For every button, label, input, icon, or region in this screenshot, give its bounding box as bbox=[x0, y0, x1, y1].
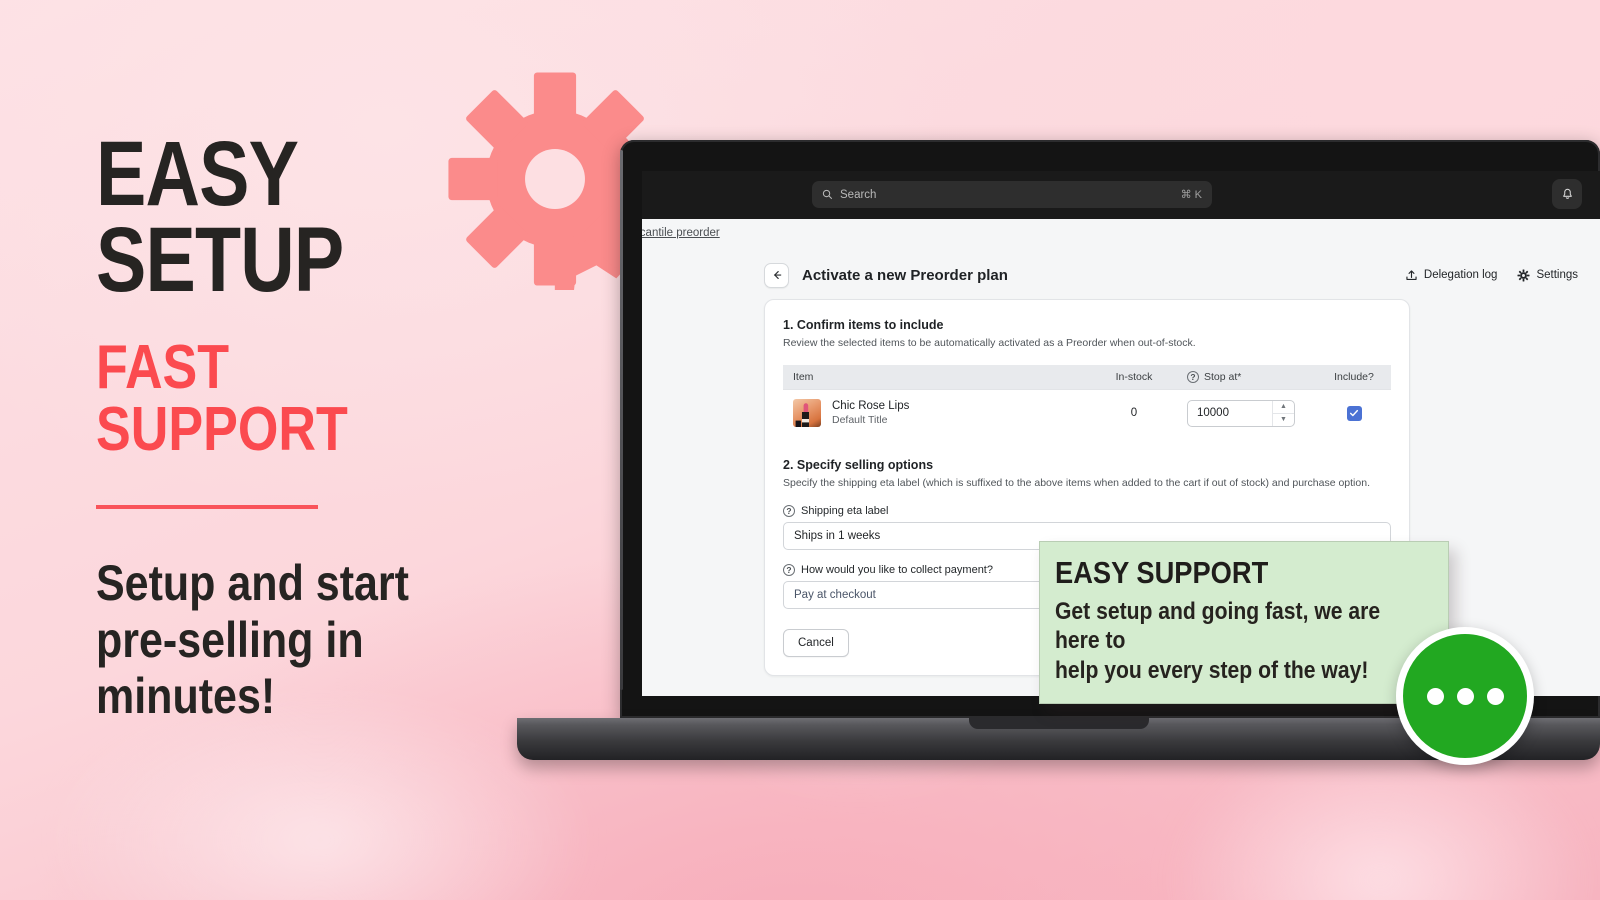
column-include: Include? bbox=[1317, 365, 1391, 391]
promo-subhead: FAST SUPPORT bbox=[96, 333, 348, 465]
question-circle-icon[interactable]: ? bbox=[783, 564, 795, 577]
bell-icon bbox=[1562, 188, 1572, 199]
promo-copy: EASY SETUP FAST SUPPORT Setup and start … bbox=[96, 123, 566, 725]
section-confirm-items: 1. Confirm items to include Review the s… bbox=[783, 318, 1391, 436]
lipstick-product-image bbox=[793, 399, 821, 428]
question-circle-icon[interactable]: ? bbox=[783, 505, 795, 518]
delegation-log-label: Delegation log bbox=[1423, 269, 1498, 281]
stepper-arrows[interactable]: ▲ ▼ bbox=[1272, 400, 1294, 426]
shipping-eta-value: Ships in 1 weeks bbox=[794, 530, 881, 543]
item-variant: Default Title bbox=[832, 414, 888, 427]
settings-button[interactable]: Settings bbox=[1517, 268, 1578, 282]
promo-tagline: Setup and start pre-selling in minutes! bbox=[96, 555, 409, 725]
page-title: Activate a new Preorder plan bbox=[802, 266, 1008, 284]
stepper-down-icon[interactable]: ▼ bbox=[1273, 414, 1294, 426]
export-icon bbox=[1406, 269, 1417, 280]
promo-headline-line2: SETUP bbox=[96, 208, 344, 311]
search-placeholder: Search bbox=[840, 188, 877, 201]
section1-title: 1. Confirm items to include bbox=[783, 318, 944, 332]
payment-collection-value: Pay at checkout bbox=[794, 589, 876, 602]
divider-rule bbox=[96, 505, 318, 510]
page-header: Activate a new Preorder plan Delegation … bbox=[642, 253, 1600, 297]
gear-icon bbox=[1517, 268, 1530, 282]
notifications-button[interactable] bbox=[1552, 179, 1582, 209]
stop-at-value: 10000 bbox=[1197, 407, 1229, 420]
app-topbar: Search ⌘ K bbox=[642, 171, 1600, 219]
search-icon bbox=[822, 189, 833, 200]
header-actions: Delegation log Settings bbox=[1405, 268, 1578, 282]
promo-headline-line1: EASY bbox=[96, 123, 299, 225]
breadcrumb-bar: Mercantile preorder bbox=[642, 219, 1600, 247]
question-circle-icon[interactable]: ? bbox=[1187, 371, 1199, 384]
search-shortcut: ⌘ K bbox=[1180, 189, 1202, 201]
easy-support-callout: EASY SUPPORT Get setup and going fast, w… bbox=[1039, 541, 1449, 704]
chat-support-button[interactable] bbox=[1396, 627, 1534, 765]
stepper-up-icon[interactable]: ▲ bbox=[1273, 401, 1294, 414]
callout-body: Get setup and going fast, we are here to… bbox=[1055, 598, 1381, 684]
callout-title: EASY SUPPORT bbox=[1055, 555, 1269, 590]
section1-description: Review the selected items to be automati… bbox=[783, 337, 1196, 349]
items-table: Item In-stock ? Stop at* Include? Chic R… bbox=[783, 365, 1391, 436]
include-checkbox[interactable] bbox=[1346, 405, 1362, 421]
section2-description: Specify the shipping eta label (which is… bbox=[783, 477, 1370, 490]
item-cell: Chic Rose Lips Default Title bbox=[783, 390, 1091, 437]
item-name: Chic Rose Lips bbox=[832, 400, 910, 413]
ellipsis-dot-1 bbox=[1426, 687, 1444, 705]
ellipsis-dot-2 bbox=[1456, 687, 1474, 705]
table-row: Chic Rose Lips Default Title 0 10000 ▲ ▼ bbox=[783, 390, 1391, 437]
delegation-log-button[interactable]: Delegation log bbox=[1405, 269, 1498, 282]
stop-at-stepper[interactable]: 10000 ▲ ▼ bbox=[1187, 399, 1295, 427]
in-stock-value: 0 bbox=[1130, 407, 1138, 420]
cancel-button[interactable]: Cancel bbox=[783, 629, 849, 658]
column-stop-at: ? Stop at* bbox=[1177, 365, 1317, 391]
check-icon bbox=[1349, 410, 1359, 417]
shipping-eta-label: ? Shipping eta label bbox=[783, 505, 1391, 518]
search-input[interactable]: Search ⌘ K bbox=[812, 181, 1212, 208]
laptop-base-notch bbox=[969, 718, 1149, 729]
table-header-row: Item In-stock ? Stop at* Include? bbox=[783, 365, 1391, 391]
section2-title: 2. Specify selling options bbox=[783, 458, 934, 473]
breadcrumb[interactable]: Mercantile preorder bbox=[642, 227, 720, 239]
column-item: Item bbox=[783, 365, 1091, 391]
column-in-stock: In-stock bbox=[1091, 365, 1177, 391]
settings-label: Settings bbox=[1536, 269, 1578, 281]
ellipsis-dot-3 bbox=[1486, 687, 1504, 705]
arrow-left-icon bbox=[773, 270, 781, 280]
back-button[interactable] bbox=[764, 262, 789, 288]
